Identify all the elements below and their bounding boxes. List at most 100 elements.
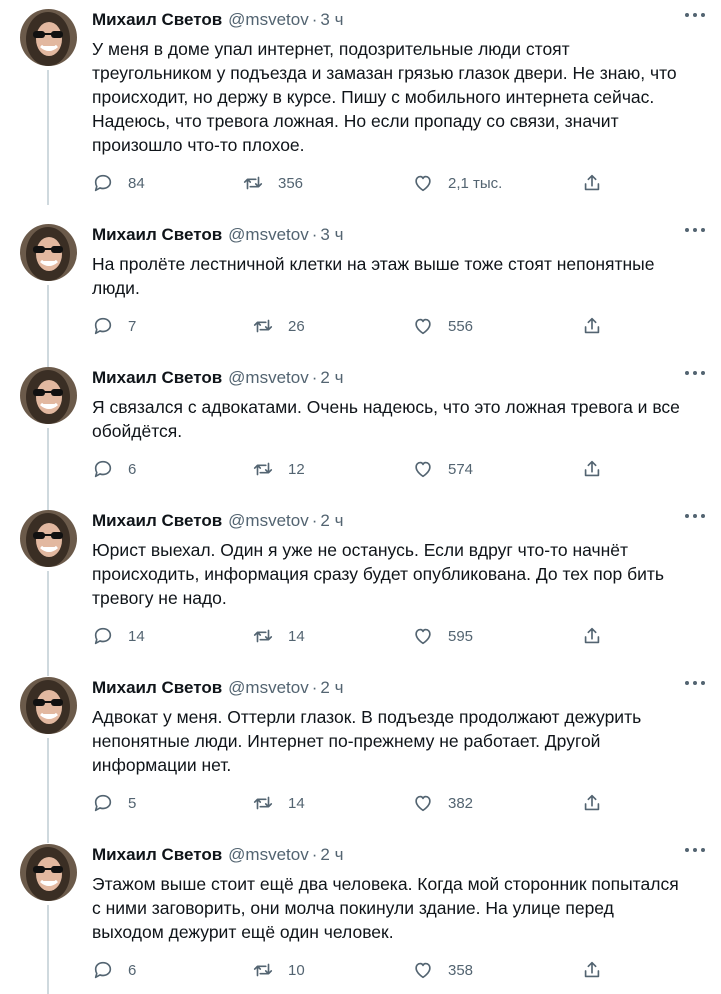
more-icon[interactable]	[685, 370, 705, 376]
author-handle[interactable]: @msvetov	[228, 676, 309, 700]
separator-dot: ·	[311, 845, 318, 864]
like-count: 382	[448, 794, 474, 812]
more-icon[interactable]	[685, 847, 705, 853]
author-handle[interactable]: @msvetov	[228, 223, 309, 247]
like-button[interactable]: 382	[412, 791, 473, 815]
share-button[interactable]	[581, 624, 603, 648]
more-icon[interactable]	[685, 680, 705, 686]
thread-connector-line	[47, 285, 49, 367]
retweet-button[interactable]: 14	[252, 624, 305, 648]
like-button[interactable]: 358	[412, 958, 473, 982]
retweet-button[interactable]: 14	[252, 791, 305, 815]
retweet-count: 26	[288, 317, 305, 335]
tweet-actions: 84 356 2,1 тыс.	[92, 171, 612, 195]
retweet-button[interactable]: 356	[242, 171, 303, 195]
reply-button[interactable]: 5	[92, 791, 136, 815]
thread-connector-line	[47, 70, 49, 205]
retweet-icon	[253, 963, 273, 977]
share-button[interactable]	[581, 791, 603, 815]
retweet-count: 356	[278, 174, 304, 192]
heart-icon	[415, 461, 431, 478]
reply-count: 5	[128, 794, 137, 812]
reply-button[interactable]: 6	[92, 958, 136, 982]
separator-dot: ·	[311, 10, 318, 29]
tweet-actions: 5 14 382	[92, 791, 612, 815]
heart-icon	[415, 962, 431, 979]
avatar[interactable]	[20, 367, 77, 424]
reply-count: 6	[128, 460, 137, 478]
like-count: 2,1 тыс.	[448, 174, 503, 192]
like-button[interactable]: 2,1 тыс.	[412, 171, 502, 195]
tweet-thread: Михаил Светов @msvetov · 3 ч У меня в до…	[0, 0, 721, 994]
author-name[interactable]: Михаил Светов	[92, 509, 222, 533]
tweet-timestamp[interactable]: 2 ч	[320, 676, 343, 700]
retweet-icon	[253, 319, 273, 333]
more-icon[interactable]	[685, 513, 705, 519]
reply-button[interactable]: 84	[92, 171, 145, 195]
avatar[interactable]	[20, 224, 77, 281]
tweet-text: Юрист выехал. Один я уже не останусь. Ес…	[92, 540, 664, 608]
tweet[interactable]: Михаил Светов @msvetov · 3 ч У меня в до…	[0, 0, 721, 205]
tweet-timestamp[interactable]: 3 ч	[320, 8, 343, 32]
avatar[interactable]	[20, 510, 77, 567]
retweet-button[interactable]: 12	[252, 457, 305, 481]
reply-count: 84	[128, 174, 145, 192]
heart-icon	[415, 628, 431, 645]
reply-button[interactable]: 6	[92, 457, 136, 481]
tweet[interactable]: Михаил Светов @msvetov · 3 ч На пролёте …	[0, 215, 721, 367]
share-button[interactable]	[581, 958, 603, 982]
tweet-timestamp[interactable]: 2 ч	[320, 843, 343, 867]
like-button[interactable]: 595	[412, 624, 473, 648]
author-handle[interactable]: @msvetov	[228, 8, 309, 32]
like-button[interactable]: 556	[412, 314, 473, 338]
reply-button[interactable]: 14	[92, 624, 145, 648]
tweet-content: Михаил Светов @msvetov · 2 ч Адвокат у м…	[92, 676, 702, 777]
share-button[interactable]	[581, 457, 603, 481]
retweet-button[interactable]: 26	[252, 314, 305, 338]
thread-connector-line	[47, 905, 49, 994]
tweet-text: На пролёте лестничной клетки на этаж выш…	[92, 254, 655, 298]
avatar[interactable]	[20, 9, 77, 66]
separator-dot: ·	[311, 678, 318, 697]
retweet-button[interactable]: 10	[252, 958, 305, 982]
avatar-column	[20, 224, 77, 281]
share-button[interactable]	[581, 314, 603, 338]
author-handle[interactable]: @msvetov	[228, 843, 309, 867]
thread-connector-line	[47, 428, 49, 510]
tweet[interactable]: Михаил Светов @msvetov · 2 ч Юрист выеха…	[0, 501, 721, 676]
retweet-count: 10	[288, 961, 305, 979]
tweet-timestamp[interactable]: 3 ч	[320, 223, 343, 247]
avatar[interactable]	[20, 844, 77, 901]
tweet[interactable]: Михаил Светов @msvetov · 2 ч Я связался …	[0, 358, 721, 510]
tweet-header: Михаил Светов @msvetov · 3 ч	[92, 8, 702, 32]
tweet-header: Михаил Светов @msvetov · 3 ч	[92, 223, 702, 247]
author-name[interactable]: Михаил Светов	[92, 223, 222, 247]
retweet-icon	[253, 796, 273, 810]
author-name[interactable]: Михаил Светов	[92, 366, 222, 390]
author-handle[interactable]: @msvetov	[228, 509, 309, 533]
more-icon[interactable]	[685, 227, 705, 233]
author-handle[interactable]: @msvetov	[228, 366, 309, 390]
reply-icon	[94, 627, 112, 645]
author-name[interactable]: Михаил Светов	[92, 8, 222, 32]
author-name[interactable]: Михаил Светов	[92, 843, 222, 867]
reply-icon	[94, 174, 112, 192]
like-button[interactable]: 574	[412, 457, 473, 481]
separator-dot: ·	[311, 511, 318, 530]
tweet-timestamp[interactable]: 2 ч	[320, 366, 343, 390]
retweet-count: 12	[288, 460, 305, 478]
tweet-content: Михаил Светов @msvetov · 2 ч Юрист выеха…	[92, 509, 702, 610]
author-name[interactable]: Михаил Светов	[92, 676, 222, 700]
avatar-column	[20, 677, 77, 734]
share-button[interactable]	[581, 171, 603, 195]
avatar[interactable]	[20, 677, 77, 734]
tweet-actions: 6 10 358	[92, 958, 612, 982]
reply-count: 7	[128, 317, 137, 335]
tweet-text: Этажом выше стоит ещё два человека. Когд…	[92, 874, 679, 942]
more-icon[interactable]	[685, 12, 705, 18]
reply-count: 14	[128, 627, 145, 645]
tweet[interactable]: Михаил Светов @msvetov · 2 ч Адвокат у м…	[0, 668, 721, 843]
reply-button[interactable]: 7	[92, 314, 136, 338]
tweet[interactable]: Михаил Светов @msvetov · 2 ч Этажом выше…	[0, 835, 721, 994]
tweet-timestamp[interactable]: 2 ч	[320, 509, 343, 533]
